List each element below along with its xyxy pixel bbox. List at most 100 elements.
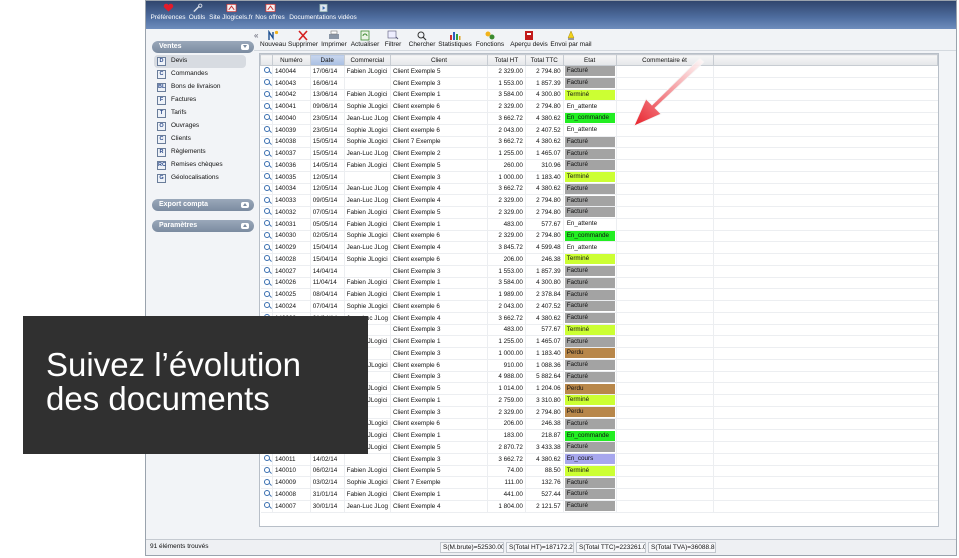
table-row[interactable]: 140032 07/05/14 Fabien JLogici Client Exemp… (260, 206, 938, 219)
print-button[interactable]: Imprimer (320, 30, 348, 50)
delete-button[interactable]: Supprimer (288, 30, 318, 50)
sidebar-item-ouvrages[interactable]: O Ouvrages (154, 120, 246, 133)
menu-video-docs[interactable]: Documentations vidéos (289, 3, 357, 27)
ventes-panel-header[interactable]: Ventes (152, 41, 254, 53)
table-cell: Sophie JLogici (344, 230, 391, 243)
table-row[interactable]: 140041 09/06/14 Sophie JLogici Client exemp… (260, 100, 938, 113)
view-row-button[interactable] (260, 65, 273, 78)
table-row[interactable]: 140040 23/05/14 Jean-Luc JLog Client Exempl… (260, 112, 938, 125)
table-row[interactable]: 140044 17/06/14 Fabien JLogici Client Exemp… (260, 65, 938, 78)
column-header[interactable]: Client (389, 54, 489, 66)
state-cell: Facturé (563, 159, 617, 172)
menu-offers[interactable]: Nos offres (254, 3, 286, 27)
menu-website[interactable]: Site Jlogicels.fr (208, 3, 254, 27)
sidebar-item-bons-de-livraison[interactable]: BL Bons de livraison (154, 81, 246, 94)
table-row[interactable]: 140043 16/06/14 Client Exemple 31 553.00 1 … (260, 77, 938, 90)
table-row[interactable]: 140026 11/04/14 Fabien JLogici Client Exemp… (260, 277, 938, 290)
view-row-button[interactable] (260, 147, 273, 160)
table-row[interactable]: 140029 15/04/14 Jean-Luc JLog Client Exempl… (260, 241, 938, 254)
view-row-button[interactable] (260, 206, 273, 219)
table-row[interactable]: 140027 14/04/14 Client Exemple 31 553.00 1 … (260, 265, 938, 278)
view-row-button[interactable] (260, 277, 273, 290)
column-header[interactable]: Commercial (343, 54, 391, 66)
table-cell: 577.67 (525, 324, 564, 337)
sidebar-item-factures[interactable]: F Factures (154, 94, 246, 107)
table-row[interactable]: 140025 08/04/14 Fabien JLogici Client Exemp… (260, 288, 938, 301)
state-cell: Facturé (563, 488, 617, 501)
column-header[interactable]: Total HT (487, 54, 526, 66)
mail-icon (567, 30, 575, 40)
table-cell: Client Exemple 3 (390, 265, 489, 278)
table-row[interactable]: 140036 14/05/14 Fabien JLogici Client Exemp… (260, 159, 938, 172)
view-row-button[interactable] (260, 288, 273, 301)
params-panel-header[interactable]: Paramètres (152, 220, 254, 232)
export-panel-header[interactable]: Export compta (152, 199, 254, 211)
functions-button[interactable]: Fonctions (474, 30, 506, 50)
table-row[interactable]: 140034 12/05/14 Jean-Luc JLog Client Exempl… (260, 183, 938, 196)
sidebar-item-remises-ch-ques[interactable]: RC Remises chèques (154, 159, 246, 172)
menu-preferences[interactable]: Préférences (148, 3, 188, 27)
table-row[interactable]: 140035 12/05/14 Client Exemple 31 000.00 1 … (260, 171, 938, 184)
view-row-button[interactable] (260, 183, 273, 196)
new-button[interactable]: Nouveau (260, 30, 286, 50)
table-row[interactable]: 140033 09/05/14 Jean-Luc JLog Client Exempl… (260, 194, 938, 207)
view-row-button[interactable] (260, 300, 273, 313)
table-row[interactable]: 140024 07/04/14 Sophie JLogici Client exemp… (260, 300, 938, 313)
search-button[interactable]: Chercher (408, 30, 436, 50)
view-row-button[interactable] (260, 124, 273, 137)
view-row-button[interactable] (260, 77, 273, 90)
mail-button[interactable]: Envoi par mail (550, 30, 592, 50)
table-row[interactable]: 140038 15/05/14 Sophie JLogici Client 7 Exe… (260, 136, 938, 149)
menu-tools[interactable]: Outils (188, 3, 206, 27)
view-row-button[interactable] (260, 89, 273, 102)
view-row-button[interactable] (260, 241, 273, 254)
preview-button[interactable]: Aperçu devis (510, 30, 548, 50)
view-row-button[interactable] (260, 136, 273, 149)
column-header[interactable]: Date (309, 54, 345, 66)
column-header[interactable]: Total TTC (524, 54, 564, 66)
view-row-button[interactable] (260, 194, 273, 207)
sidebar-item-clients[interactable]: C Clients (154, 133, 246, 146)
view-row-button[interactable] (260, 500, 273, 513)
sidebar-item-tarifs[interactable]: T Tarifs (154, 107, 246, 120)
table-row[interactable]: 140037 15/05/14 Jean-Luc JLog Client Exempl… (260, 147, 938, 160)
table-row[interactable]: 140011 14/02/14 Client Exemple 33 662.72 4 … (260, 453, 938, 466)
view-row-button[interactable] (260, 159, 273, 172)
filter-icon (387, 30, 399, 40)
magnifier-icon (263, 161, 270, 168)
table-row[interactable]: 140007 30/01/14 Jean-Luc JLog Client Exempl… (260, 500, 938, 513)
table-row[interactable]: 140010 06/02/14 Fabien JLogici Client Exemp… (260, 465, 938, 478)
view-row-button[interactable] (260, 265, 273, 278)
table-row[interactable]: 140031 05/05/14 Fabien JLogici Client Exemp… (260, 218, 938, 231)
table-row[interactable]: 140008 31/01/14 Fabien JLogici Client Exemp… (260, 488, 938, 501)
view-row-button[interactable] (260, 112, 273, 125)
status-badge: Facturé (564, 418, 615, 429)
collapse-sidebar-button[interactable]: « (254, 31, 258, 40)
stats-button[interactable]: Statistiques (438, 30, 472, 50)
status-badge: Facturé (564, 301, 615, 312)
sidebar-item-devis[interactable]: D Devis (154, 55, 246, 68)
view-row-button[interactable] (260, 453, 273, 466)
view-row-button[interactable] (260, 253, 273, 266)
view-row-button[interactable] (260, 218, 273, 231)
table-cell: 310.96 (525, 159, 564, 172)
table-row[interactable]: 140039 23/05/14 Sophie JLogici Client exemp… (260, 124, 938, 137)
table-row[interactable]: 140028 15/04/14 Sophie JLogici Client exemp… (260, 253, 938, 266)
table-row[interactable]: 140009 03/02/14 Sophie JLogici Client 7 Exe… (260, 476, 938, 489)
column-header[interactable]: Numéro (271, 54, 311, 66)
table-row[interactable]: 140042 13/06/14 Fabien JLogici Client Exemp… (260, 89, 938, 102)
view-row-button[interactable] (260, 465, 273, 478)
column-header[interactable]: Etat (562, 54, 617, 66)
status-badge: Facturé (564, 66, 615, 77)
table-row[interactable]: 140030 02/05/14 Sophie JLogici Client exemp… (260, 230, 938, 243)
view-row-button[interactable] (260, 476, 273, 489)
view-row-button[interactable] (260, 171, 273, 184)
view-row-button[interactable] (260, 488, 273, 501)
filter-button[interactable]: Filtrer (382, 30, 404, 50)
refresh-button[interactable]: Actualiser (350, 30, 380, 50)
sidebar-item-g-olocalisations[interactable]: G Géolocalisations (154, 172, 246, 185)
view-row-button[interactable] (260, 230, 273, 243)
sidebar-item-r-glements[interactable]: R Règlements (154, 146, 246, 159)
sidebar-item-commandes[interactable]: C Commandes (154, 68, 246, 81)
view-row-button[interactable] (260, 100, 273, 113)
